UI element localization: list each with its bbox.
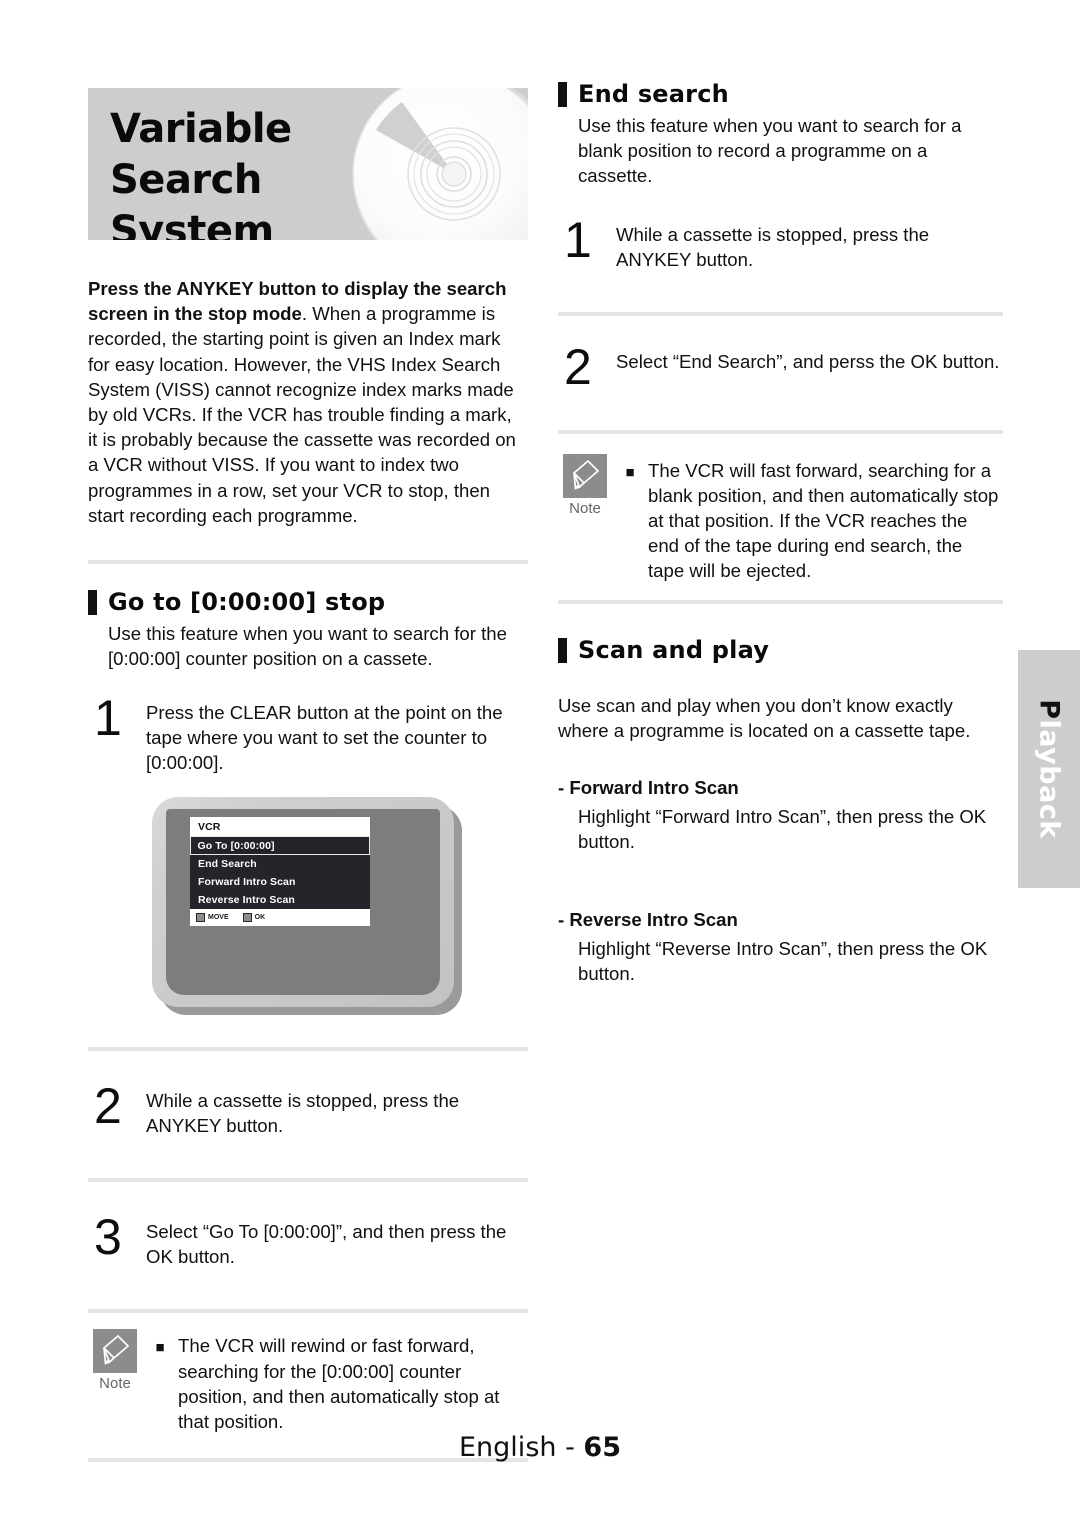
- osd-item-reverse-intro-scan[interactable]: Reverse Intro Scan: [190, 891, 370, 910]
- right-column: End search Use this feature when you wan…: [558, 80, 1003, 986]
- forward-intro-scan-block: - Forward Intro Scan Highlight “Forward …: [558, 775, 1003, 855]
- side-tab-label: Playback: [1034, 699, 1065, 839]
- note-badge: Note: [88, 1329, 142, 1393]
- section-description-go-to-stop: Use this feature when you want to search…: [108, 623, 507, 670]
- page-title-banner: Variable Search System: [88, 88, 528, 240]
- pencil-icon: [563, 453, 607, 498]
- step-2: 2 While a cassette is stopped, press the…: [88, 1078, 528, 1138]
- step-number: 2: [94, 1078, 122, 1135]
- side-tab-playback: Playback: [1018, 650, 1080, 888]
- osd-hint-ok: OK: [242, 913, 266, 923]
- osd-footer-hints: MOVE OK: [190, 909, 370, 927]
- osd-menu: VCR Go To [0:00:00] End Search Forward I…: [190, 817, 370, 927]
- side-tab-initial: P: [1033, 699, 1065, 720]
- note-label: Note: [569, 499, 601, 517]
- section-heading-go-to-stop: Go to [0:00:00] stop: [88, 588, 528, 617]
- intro-body: . When a programme is recorded, the star…: [88, 303, 516, 526]
- step-number: 3: [94, 1209, 122, 1266]
- reverse-intro-scan-title: - Reverse Intro Scan: [558, 908, 738, 930]
- manual-page: Variable Search System Press the ANYKEY …: [0, 0, 1080, 1526]
- note-text: The VCR will fast forward, searching for…: [648, 459, 999, 582]
- step-text: Press the CLEAR button at the point on t…: [146, 702, 503, 774]
- forward-intro-scan-text: Highlight “Forward Intro Scan”, then pre…: [578, 806, 987, 853]
- step-number: 1: [94, 690, 122, 747]
- forward-intro-scan-title: - Forward Intro Scan: [558, 777, 739, 799]
- pencil-icon-glyph: [102, 1335, 130, 1366]
- footer-page-number: 65: [583, 1432, 621, 1463]
- section-description-end-search: Use this feature when you want to search…: [578, 115, 962, 187]
- osd-item-go-to[interactable]: Go To [0:00:00]: [190, 836, 370, 856]
- step-text: Select “Go To [0:00:00]”, and then press…: [146, 1221, 507, 1268]
- note-label: Note: [99, 1375, 131, 1393]
- heading-bar-icon: [558, 82, 567, 107]
- heading-bar-icon: [88, 590, 97, 616]
- page-footer: English - 65: [0, 1432, 1080, 1463]
- pencil-icon: [93, 1329, 137, 1374]
- note-box-go-to-stop: Note ■ The VCR will rewind or fast forwa…: [88, 1329, 528, 1434]
- note-box-end-search: Note ■ The VCR will fast forward, search…: [558, 453, 1003, 584]
- note-bullet-icon: ■: [625, 463, 635, 481]
- osd-item-end-search[interactable]: End Search: [190, 855, 370, 874]
- dpad-updown-icon: [196, 913, 205, 923]
- footer-language: English: [459, 1432, 557, 1463]
- left-column: Variable Search System Press the ANYKEY …: [88, 88, 528, 1463]
- step-1: 1 Press the CLEAR button at the point on…: [88, 690, 528, 775]
- osd-hint-move: MOVE: [196, 913, 229, 923]
- note-bullet-icon: ■: [155, 1339, 165, 1357]
- step-number: 1: [564, 211, 592, 268]
- reverse-intro-scan-text: Highlight “Reverse Intro Scan”, then pre…: [578, 937, 988, 985]
- osd-hint-ok-label: OK: [254, 914, 266, 922]
- intro-paragraph: Press the ANYKEY button to display the s…: [88, 276, 525, 528]
- side-tab-rest: layback: [1033, 719, 1065, 839]
- section-heading-label: Go to [0:00:00] stop: [108, 588, 386, 617]
- section-heading-scan-and-play: Scan and play: [558, 636, 1003, 665]
- tv-osd-illustration: VCR Go To [0:00:00] End Search Forward I…: [152, 797, 462, 1016]
- heading-bar-icon: [558, 637, 567, 663]
- page-title: Variable Search System: [88, 88, 388, 240]
- note-badge: Note: [558, 453, 612, 518]
- step-number: 2: [564, 338, 592, 395]
- page-title-line1: Variable Search: [110, 106, 292, 203]
- osd-hint-move-label: MOVE: [208, 914, 229, 922]
- enter-key-icon: [242, 913, 252, 923]
- step-text: While a cassette is stopped, press the A…: [146, 1090, 460, 1137]
- step-text: Select “End Search”, and perss the OK bu…: [616, 350, 1000, 372]
- page-title-line2: System: [110, 208, 274, 240]
- end-search-step-1: 1 While a cassette is stopped, press the…: [558, 211, 1003, 272]
- step-text: While a cassette is stopped, press the A…: [616, 223, 930, 270]
- section-heading-label: End search: [578, 80, 729, 108]
- osd-title: VCR: [190, 817, 370, 837]
- note-text: The VCR will rewind or fast forward, sea…: [178, 1335, 500, 1433]
- section-heading-label: Scan and play: [578, 635, 770, 664]
- section-heading-end-search: End search: [558, 80, 1003, 109]
- end-search-step-2: 2 Select “End Search”, and perss the OK …: [558, 338, 1003, 395]
- reverse-intro-scan-block: - Reverse Intro Scan Highlight “Reverse …: [558, 907, 1003, 987]
- step-3: 3 Select “Go To [0:00:00]”, and then pre…: [88, 1209, 528, 1269]
- osd-item-forward-intro-scan[interactable]: Forward Intro Scan: [190, 873, 370, 892]
- footer-separator: -: [556, 1432, 584, 1463]
- pencil-icon-glyph: [572, 459, 600, 490]
- scan-and-play-description: Use scan and play when you don’t know ex…: [558, 694, 971, 741]
